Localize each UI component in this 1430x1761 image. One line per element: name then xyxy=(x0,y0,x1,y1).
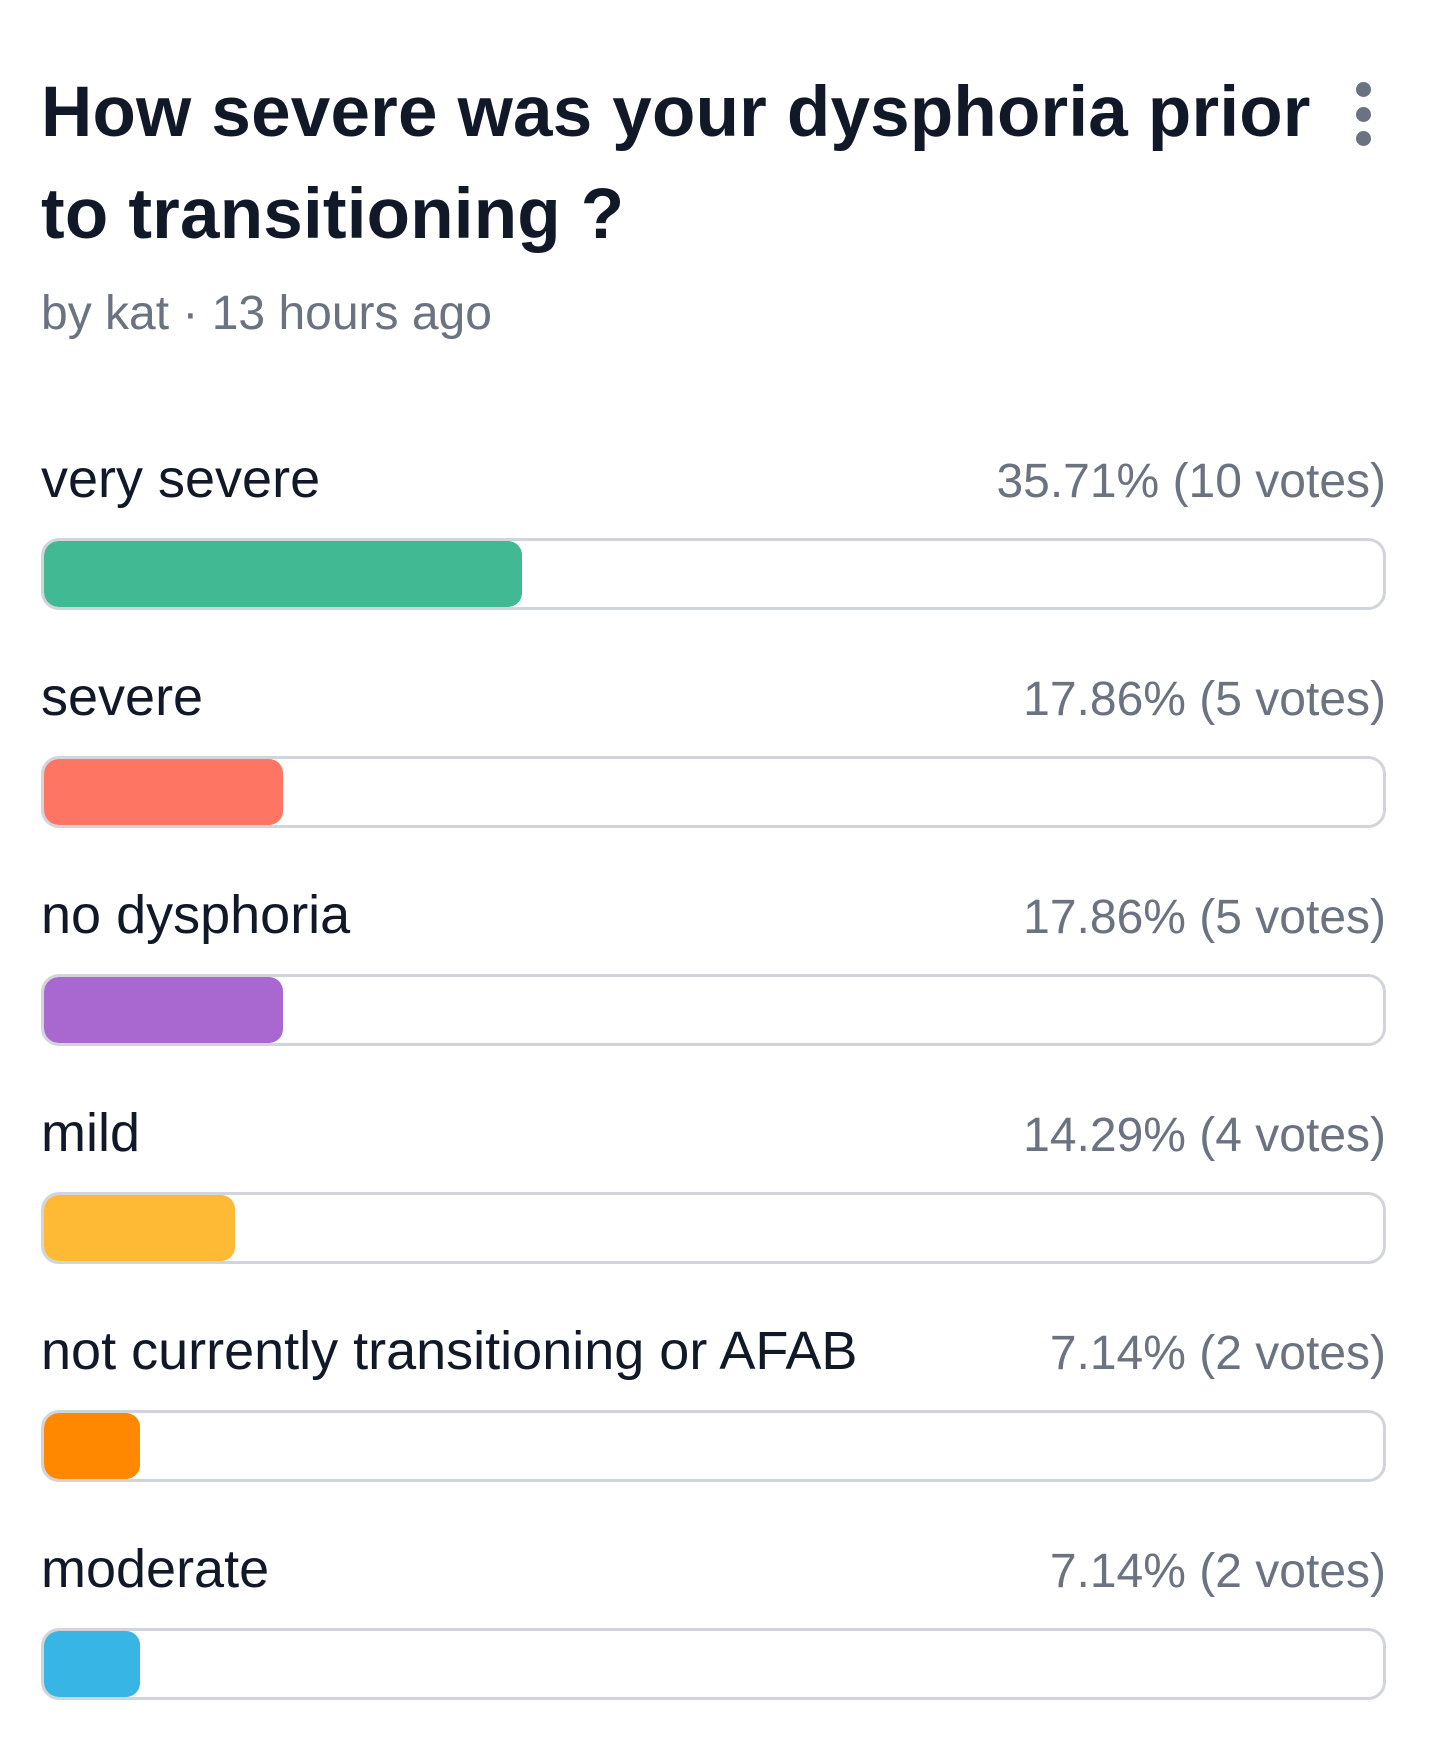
option-label: no dysphoria xyxy=(41,885,351,945)
option-result: 17.86% (5 votes) xyxy=(1023,673,1386,726)
result-bar-fill xyxy=(44,977,284,1043)
menu-dot xyxy=(1355,82,1371,97)
option-result: 14.29% (4 votes) xyxy=(1023,1109,1386,1162)
result-bar-track xyxy=(41,974,1386,1046)
result-bar-fill xyxy=(44,1413,140,1479)
poll-card: How severe was your dysphoria prior to t… xyxy=(41,62,1386,1752)
menu-dot xyxy=(1355,131,1371,146)
option-label: not currently transitioning or AFAB xyxy=(41,1321,858,1381)
result-bar-fill xyxy=(44,1195,236,1261)
poll-option-no-dysphoria[interactable]: no dysphoria 17.86% (5 votes) xyxy=(41,880,1386,1098)
poll-meta: by kat · 13 hours ago xyxy=(41,287,492,340)
poll-option-severe[interactable]: severe 17.86% (5 votes) xyxy=(41,662,1386,880)
result-bar-fill xyxy=(44,759,284,825)
option-label: mild xyxy=(41,1103,141,1163)
result-bar-track xyxy=(41,1628,1386,1700)
result-bar-track xyxy=(41,1410,1386,1482)
option-row: moderate 7.14% (2 votes) xyxy=(41,1534,1386,1604)
poll-options: very severe 35.71% (10 votes) severe 17.… xyxy=(41,444,1386,1752)
poll-title: How severe was your dysphoria prior to t… xyxy=(41,73,1311,254)
result-bar-fill xyxy=(44,541,523,607)
result-bar-track xyxy=(41,756,1386,828)
result-bar-fill xyxy=(44,1631,140,1697)
result-bar-track xyxy=(41,538,1386,610)
option-row: severe 17.86% (5 votes) xyxy=(41,662,1386,732)
menu-dot xyxy=(1355,106,1371,122)
result-bar-track xyxy=(41,1192,1386,1264)
option-label: very severe xyxy=(41,449,321,509)
poll-option-not-currently-transitioning[interactable]: not currently transitioning or AFAB 7.14… xyxy=(41,1316,1386,1534)
more-vertical-icon[interactable] xyxy=(1340,82,1386,146)
option-row: very severe 35.71% (10 votes) xyxy=(41,444,1386,514)
poll-option-moderate[interactable]: moderate 7.14% (2 votes) xyxy=(41,1534,1386,1752)
option-row: not currently transitioning or AFAB 7.14… xyxy=(41,1316,1386,1386)
option-row: mild 14.29% (4 votes) xyxy=(41,1098,1386,1168)
option-row: no dysphoria 17.86% (5 votes) xyxy=(41,880,1386,950)
option-label: moderate xyxy=(41,1539,270,1599)
poll-option-very-severe[interactable]: very severe 35.71% (10 votes) xyxy=(41,444,1386,662)
poll-option-mild[interactable]: mild 14.29% (4 votes) xyxy=(41,1098,1386,1316)
poll-header: How severe was your dysphoria prior to t… xyxy=(41,62,1386,266)
option-label: severe xyxy=(41,667,204,727)
option-result: 7.14% (2 votes) xyxy=(1049,1545,1386,1598)
option-result: 35.71% (10 votes) xyxy=(996,455,1386,508)
option-result: 17.86% (5 votes) xyxy=(1023,891,1386,944)
option-result: 7.14% (2 votes) xyxy=(1049,1327,1386,1380)
